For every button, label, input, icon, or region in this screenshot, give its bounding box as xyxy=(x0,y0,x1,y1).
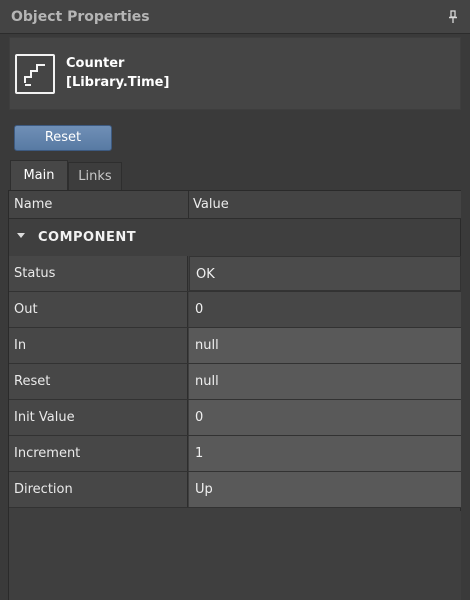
property-name: Direction xyxy=(9,472,188,507)
section-component[interactable]: COMPONENT xyxy=(9,219,461,256)
tab-bar: Main Links xyxy=(10,160,460,190)
component-title: Counter xyxy=(66,56,125,71)
property-name: Status xyxy=(9,256,188,291)
collapse-arrow-icon[interactable] xyxy=(17,233,25,238)
component-name: Counter [Library.Time] xyxy=(66,54,169,92)
property-value[interactable]: 1 xyxy=(189,436,461,471)
property-value[interactable]: null xyxy=(189,328,461,363)
property-value[interactable]: null xyxy=(189,364,461,399)
column-header-value[interactable]: Value xyxy=(193,197,229,212)
grid-header: Name Value xyxy=(9,191,461,219)
property-value[interactable]: OK xyxy=(189,256,461,291)
step-counter-icon xyxy=(15,54,55,94)
property-grid: Name Value COMPONENT Status OK Out 0 In … xyxy=(8,190,461,600)
property-name: Out xyxy=(9,292,188,327)
property-value[interactable]: 0 xyxy=(189,292,461,327)
property-row-out[interactable]: Out 0 xyxy=(9,292,461,328)
tab-main[interactable]: Main xyxy=(10,160,68,190)
property-name: Reset xyxy=(9,364,188,399)
property-name: Init Value xyxy=(9,400,188,435)
property-value[interactable]: 0 xyxy=(189,400,461,435)
panel-titlebar: Object Properties xyxy=(0,0,470,34)
property-row-increment[interactable]: Increment 1 xyxy=(9,436,461,472)
property-value[interactable]: Up xyxy=(189,472,461,507)
reset-button[interactable]: Reset xyxy=(14,125,112,151)
property-name: In xyxy=(9,328,188,363)
property-row-status[interactable]: Status OK xyxy=(9,256,461,292)
panel-title: Object Properties xyxy=(11,9,150,25)
property-row-in[interactable]: In null xyxy=(9,328,461,364)
component-header: Counter [Library.Time] xyxy=(9,37,461,110)
pin-icon[interactable] xyxy=(446,9,460,25)
property-row-direction[interactable]: Direction Up xyxy=(9,472,461,508)
tab-links[interactable]: Links xyxy=(68,162,122,190)
property-row-init-value[interactable]: Init Value 0 xyxy=(9,400,461,436)
property-name: Increment xyxy=(9,436,188,471)
component-library: [Library.Time] xyxy=(66,75,170,90)
section-label: COMPONENT xyxy=(38,230,137,245)
property-row-reset[interactable]: Reset null xyxy=(9,364,461,400)
grid-empty-area xyxy=(9,511,461,600)
column-divider[interactable] xyxy=(188,191,189,219)
column-header-name[interactable]: Name xyxy=(14,197,52,212)
